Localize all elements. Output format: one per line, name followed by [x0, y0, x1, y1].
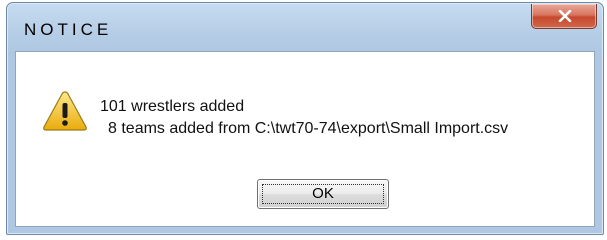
dialog-content: 101 wrestlers added 8 teams added from C… [15, 51, 595, 227]
notice-dialog: NOTICE 101 wrestlers added 8 teams added… [6, 2, 604, 235]
dialog-title: NOTICE [24, 20, 113, 39]
warning-icon [43, 91, 87, 131]
close-button[interactable] [531, 4, 597, 29]
message-line-1: 101 wrestlers added [100, 98, 245, 115]
ok-button[interactable]: OK [257, 179, 389, 209]
close-icon [558, 10, 572, 22]
message-line-2: 8 teams added from C:\twt70-74\export\Sm… [108, 120, 509, 137]
title-bar[interactable]: NOTICE [7, 3, 603, 51]
ok-button-label: OK [312, 185, 334, 202]
